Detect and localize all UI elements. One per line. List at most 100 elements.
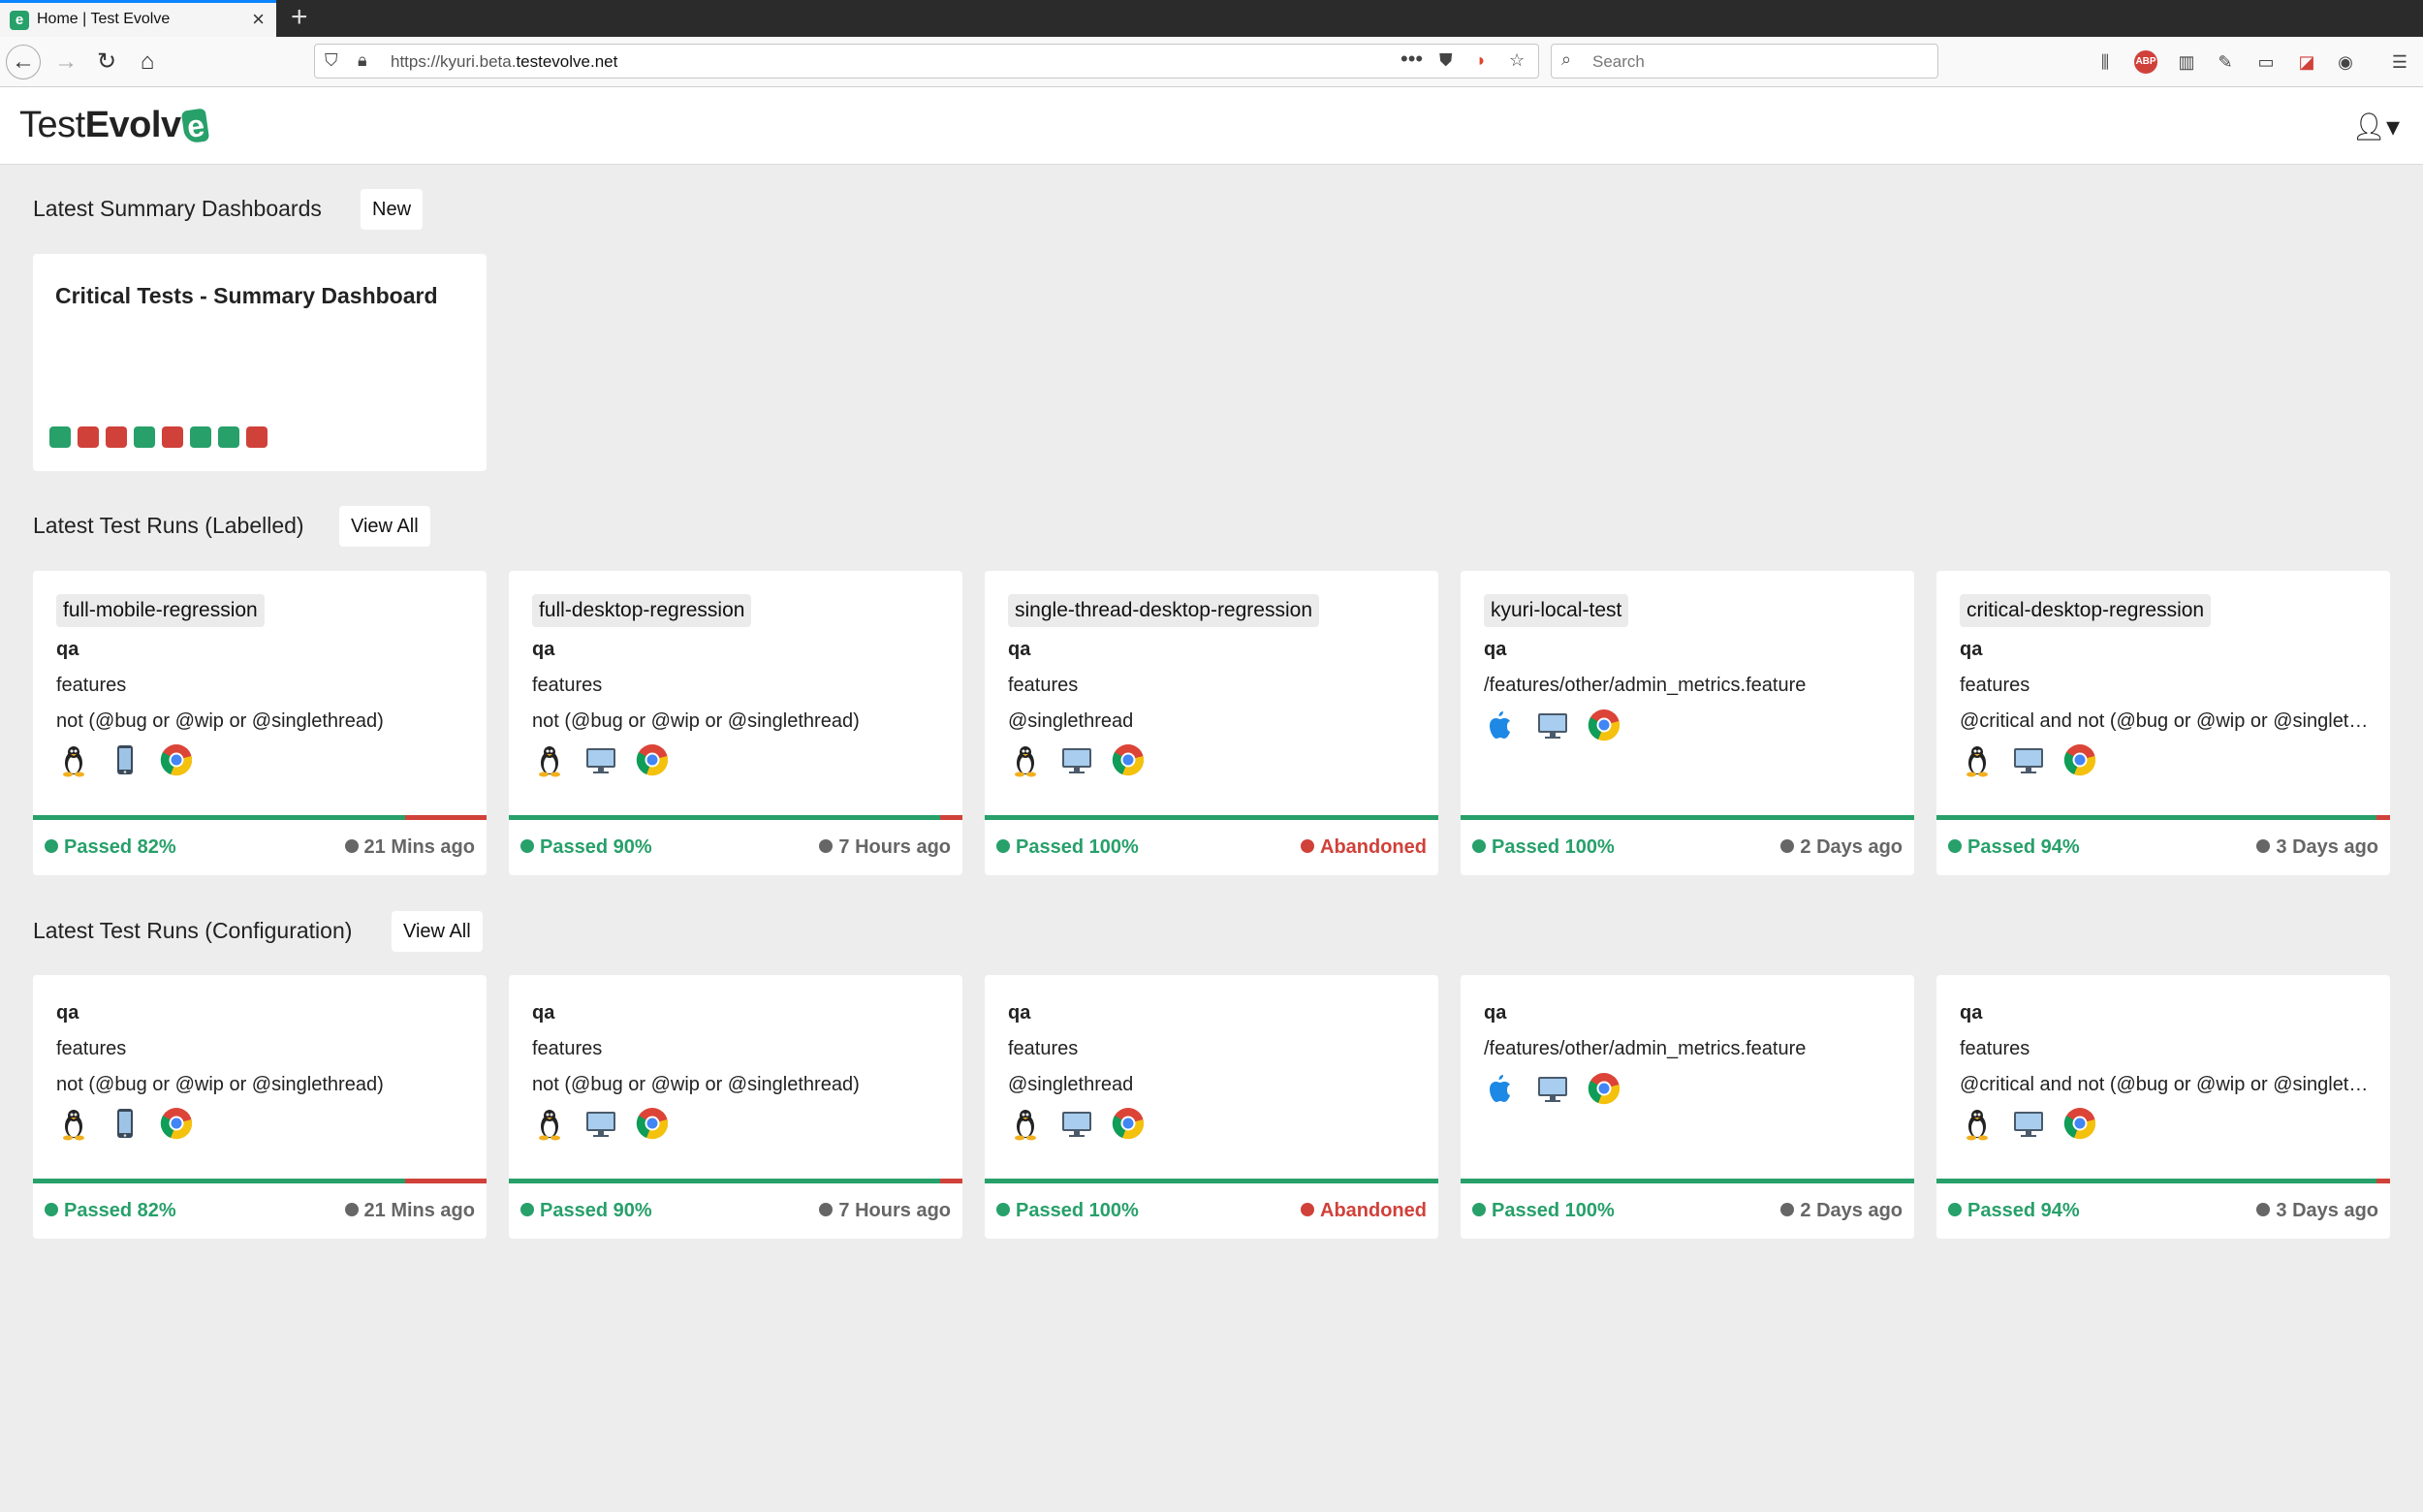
time-dot-icon xyxy=(2256,839,2271,853)
pocket-icon[interactable]: ⛊ xyxy=(1439,50,1453,71)
run-time: 7 Hours ago xyxy=(819,836,951,859)
status-square-pass xyxy=(49,426,71,448)
run-feature-path: features xyxy=(1960,1038,2030,1059)
run-label-chip[interactable]: full-mobile-regression xyxy=(56,594,265,627)
home-icon[interactable]: ⌂ xyxy=(132,47,163,78)
run-time: 2 Days ago xyxy=(1780,836,1903,859)
test-run-card[interactable]: critical-desktop-regression qa features @cr… xyxy=(1936,571,2390,875)
shield-icon[interactable]: ⛉ xyxy=(325,50,338,71)
user-menu-icon[interactable]: 👤︎▾ xyxy=(2351,110,2400,142)
labelled-section-title: Latest Test Runs (Labelled) xyxy=(33,513,304,538)
evernote-icon[interactable]: ✎ xyxy=(2214,50,2237,74)
chrome-icon xyxy=(2062,1106,2097,1141)
desktop-icon xyxy=(1059,1106,1094,1141)
extension-red-icon[interactable]: ◪ xyxy=(2295,50,2318,74)
url-bar[interactable]: ⛉ 🔒︎ https://kyuri.beta.testevolve.net •… xyxy=(314,44,1539,79)
run-tags: not (@bug or @wip or @singlethread) xyxy=(532,710,860,732)
test-run-card[interactable]: single-thread-desktop-regression qa featur… xyxy=(985,571,1438,875)
run-progress-bar xyxy=(1461,815,1914,820)
run-tags: @critical and not (@bug or @wip or @sing… xyxy=(1960,710,2369,732)
close-icon[interactable]: × xyxy=(252,7,265,32)
run-label-chip[interactable]: kyuri-local-test xyxy=(1484,594,1629,627)
test-run-card[interactable]: full-desktop-regression qa features not (@b… xyxy=(509,571,962,875)
menu-icon[interactable]: ☰ xyxy=(2388,50,2411,74)
chrome-icon xyxy=(1587,708,1621,742)
bookmark-star-icon[interactable]: ☆ xyxy=(1509,50,1525,71)
linux-icon xyxy=(56,1106,91,1141)
test-run-card[interactable]: qa features not (@bug or @wip or @singleth… xyxy=(33,975,487,1239)
test-evolve-logo[interactable]: TestEvolv e xyxy=(19,105,210,146)
linux-icon xyxy=(1008,742,1043,777)
library-icon[interactable]: ⫼ xyxy=(2093,50,2117,74)
forward-icon[interactable]: → xyxy=(50,47,81,78)
back-icon[interactable]: ← xyxy=(6,45,41,79)
test-run-card[interactable]: qa features @critical and not (@bug or @wi… xyxy=(1936,975,2390,1239)
pass-dot-icon xyxy=(996,1203,1010,1216)
test-run-card[interactable]: qa features @singlethread Passed 100% Abando… xyxy=(985,975,1438,1239)
run-feature-path: features xyxy=(532,1038,603,1059)
new-tab-icon[interactable]: + xyxy=(291,0,308,35)
run-tags: not (@bug or @wip or @singlethread) xyxy=(56,710,384,732)
search-bar[interactable]: ⌕ Search xyxy=(1551,44,1938,79)
new-dashboard-button[interactable]: New xyxy=(361,189,424,230)
run-time: 3 Days ago xyxy=(2256,1200,2378,1222)
account-icon[interactable]: ◉ xyxy=(2334,50,2357,74)
progress-pass-segment xyxy=(1461,815,1914,820)
pass-dot-icon xyxy=(1948,839,1962,853)
desktop-icon xyxy=(2011,1106,2046,1141)
run-status: Passed 100% xyxy=(1472,836,1615,859)
run-status: Passed 82% xyxy=(45,1200,176,1222)
desktop-icon xyxy=(583,1106,618,1141)
test-run-card[interactable]: kyuri-local-test qa/features/other/admin_… xyxy=(1461,571,1914,875)
run-time: 21 Mins ago xyxy=(344,1200,475,1222)
summary-section-title: Latest Summary Dashboards xyxy=(33,196,322,221)
status-square-fail xyxy=(246,426,267,448)
run-label-chip[interactable]: critical-desktop-regression xyxy=(1960,594,2212,627)
progress-pass-segment xyxy=(509,815,940,820)
chrome-icon xyxy=(159,742,194,777)
reload-icon[interactable]: ↻ xyxy=(91,47,122,78)
run-feature-path: features xyxy=(1008,1038,1079,1059)
progress-pass-segment xyxy=(1461,1179,1914,1183)
run-time: 21 Mins ago xyxy=(344,836,475,859)
run-label-chip[interactable]: single-thread-desktop-regression xyxy=(1008,594,1319,627)
run-label-chip[interactable]: full-desktop-regression xyxy=(532,594,752,627)
adblock-icon[interactable]: ABP xyxy=(2134,50,2157,74)
linux-icon xyxy=(532,1106,567,1141)
app-header: TestEvolv e 👤︎▾ xyxy=(0,87,2423,165)
test-run-card[interactable]: full-mobile-regression qa features not (@bu… xyxy=(33,571,487,875)
browser-tab[interactable]: e Home | Test Evolve × xyxy=(0,0,276,37)
configuration-view-all-button[interactable]: View All xyxy=(392,911,483,952)
test-run-card[interactable]: qa features not (@bug or @wip or @singleth… xyxy=(509,975,962,1239)
run-environment: qa xyxy=(1960,639,1983,660)
sidebar-icon[interactable]: ▥ xyxy=(2175,50,2198,74)
run-status: Passed 94% xyxy=(1948,1200,2080,1222)
test-run-card[interactable]: qa/features/other/admin_metrics.feature P… xyxy=(1461,975,1914,1239)
run-feature-path: /features/other/admin_metrics.feature xyxy=(1484,675,1807,696)
progress-fail-segment xyxy=(2376,815,2390,820)
run-status: Passed 90% xyxy=(520,1200,652,1222)
status-square-pass xyxy=(134,426,155,448)
extension-icon[interactable]: ◗ xyxy=(1476,50,1487,71)
labelled-view-all-button[interactable]: View All xyxy=(339,506,430,547)
reader-icon[interactable]: ▭ xyxy=(2254,50,2278,74)
run-tags: not (@bug or @wip or @singlethread) xyxy=(532,1074,860,1095)
progress-pass-segment xyxy=(33,1179,405,1183)
desktop-icon xyxy=(1535,1071,1570,1106)
run-status: Passed 100% xyxy=(996,1200,1139,1222)
time-dot-icon xyxy=(344,839,359,853)
time-dot-icon xyxy=(2256,1203,2271,1216)
run-tags: not (@bug or @wip or @singlethread) xyxy=(56,1074,384,1095)
run-time: 7 Hours ago xyxy=(819,1200,951,1222)
run-feature-path: features xyxy=(1960,675,2030,696)
linux-icon xyxy=(1960,742,1995,777)
lock-icon: 🔒︎ xyxy=(358,50,367,70)
progress-pass-segment xyxy=(1936,815,2376,820)
run-environment: qa xyxy=(532,639,555,660)
summary-dashboard-card[interactable]: Critical Tests - Summary Dashboard xyxy=(33,254,487,471)
run-progress-bar xyxy=(509,1179,962,1183)
progress-fail-segment xyxy=(2376,1179,2390,1183)
chrome-icon xyxy=(2062,742,2097,777)
run-time: 3 Days ago xyxy=(2256,836,2378,859)
more-actions-icon[interactable]: ••• xyxy=(1400,47,1423,72)
